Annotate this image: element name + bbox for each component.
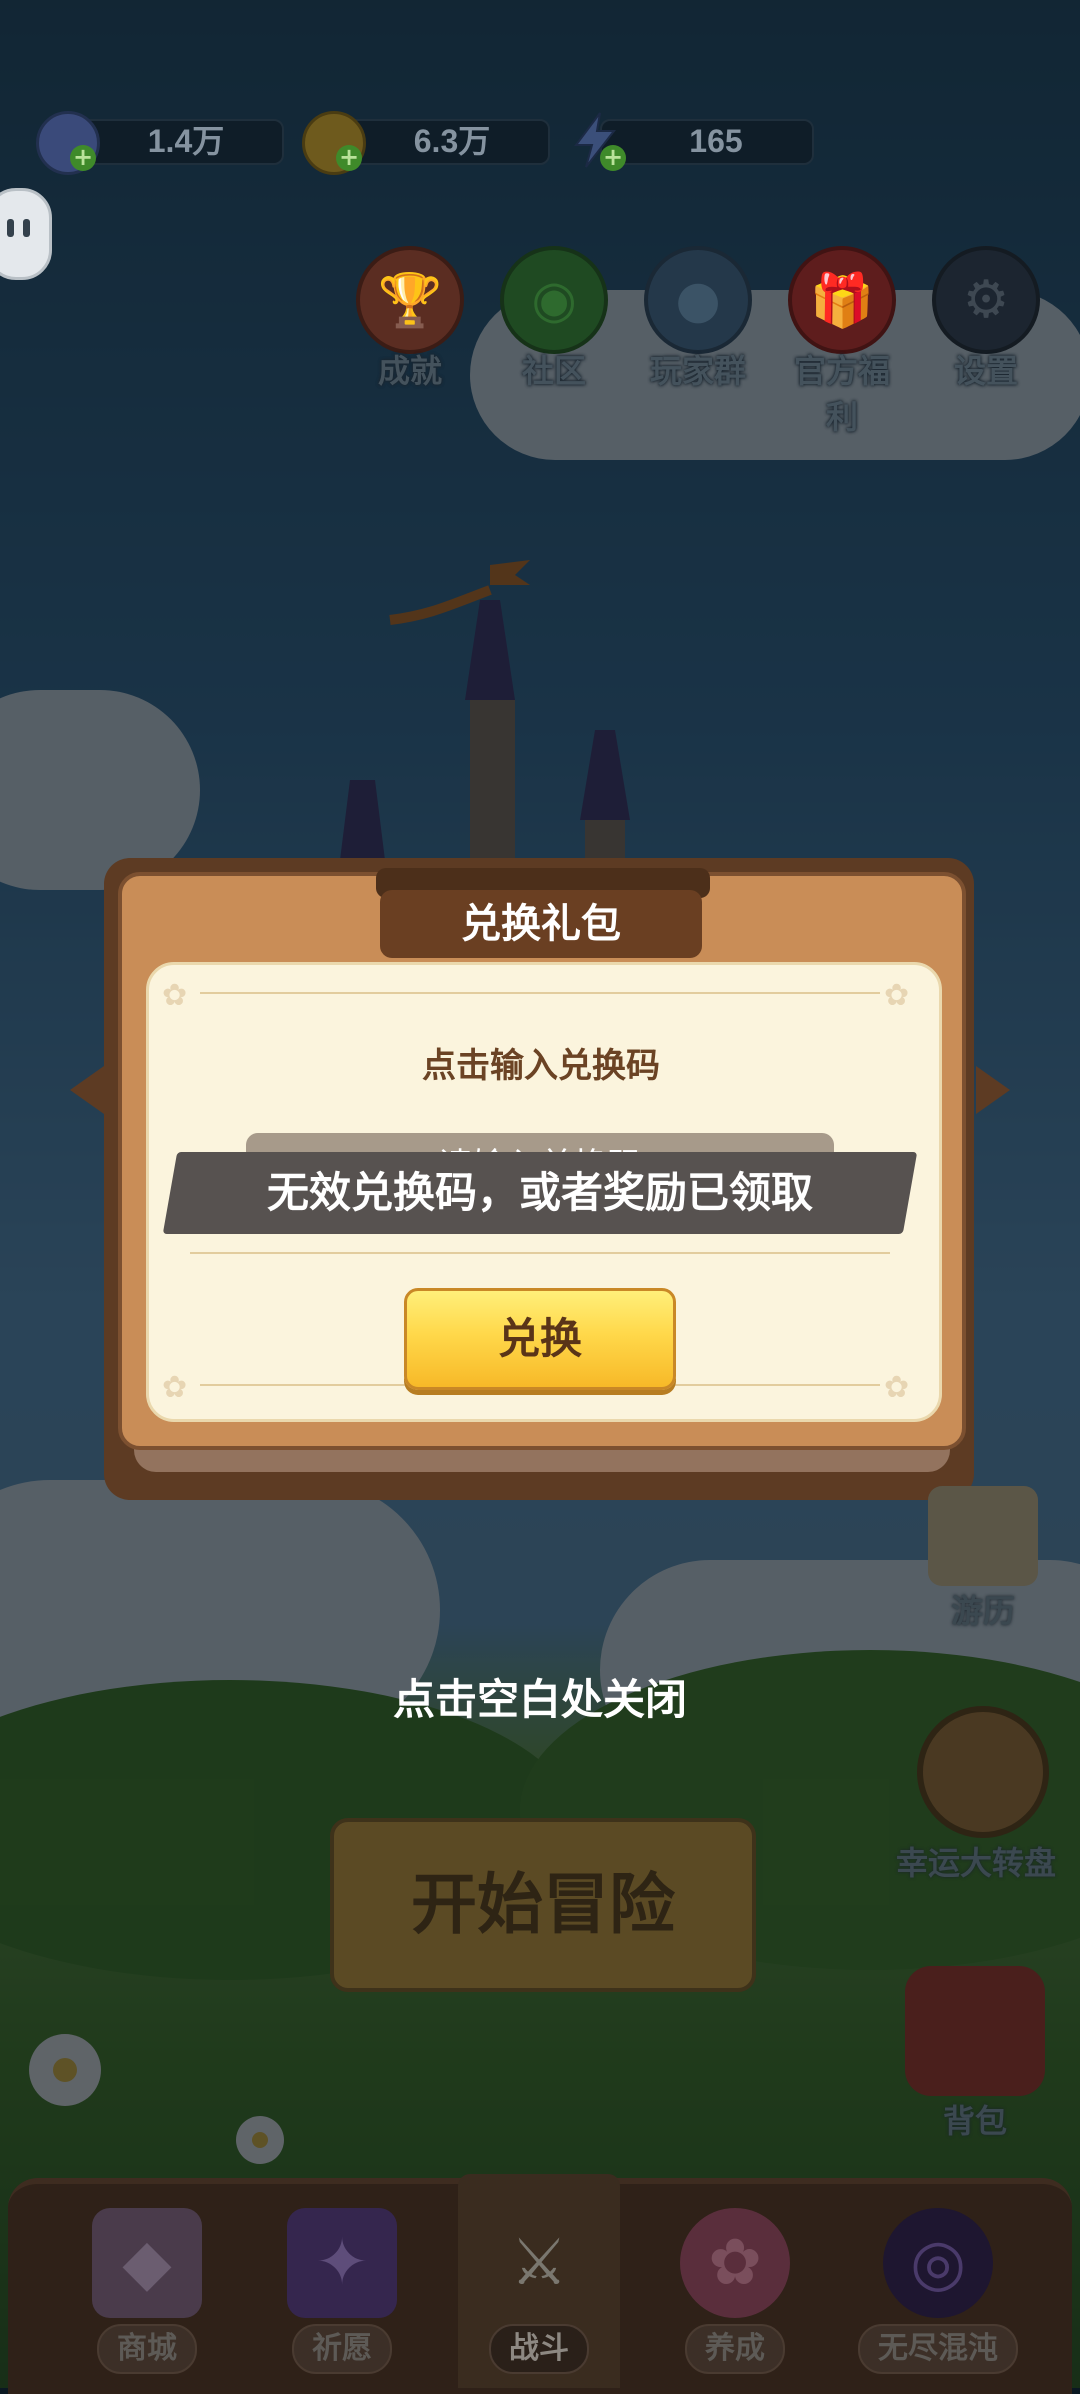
trophy-icon: 🏆 [356, 246, 464, 354]
coin-counter[interactable]: 6.3万 + [302, 111, 552, 175]
clover-ornament-icon: ✿ [884, 1370, 910, 1405]
redeem-button[interactable]: 兑换 [404, 1288, 676, 1390]
map-icon [928, 1486, 1038, 1586]
backpack-icon [905, 1966, 1045, 2096]
divider [200, 992, 880, 994]
backpack-button[interactable]: 背包 [900, 1966, 1050, 2142]
travel-label: 游历 [950, 1592, 1015, 1630]
gift-icon: 🎁 [788, 246, 896, 354]
energy-value: 165 [689, 123, 743, 159]
nav-cultivate[interactable]: ✿ 养成 [660, 2208, 810, 2374]
chat-icon: ◉ [500, 246, 608, 354]
wheel-icon [917, 1706, 1049, 1838]
left-arrow-icon [70, 1066, 104, 1114]
redeem-prompt: 点击输入兑换码 [422, 1046, 660, 1086]
gem-counter[interactable]: 1.4万 + [36, 111, 286, 175]
player-group-label: 玩家群 [649, 352, 746, 390]
settings-button[interactable]: ⚙ 设置 [931, 246, 1041, 392]
travel-button[interactable]: 游历 [908, 1486, 1058, 1632]
add-coins-icon[interactable]: + [336, 145, 362, 171]
achievements-label: 成就 [377, 352, 442, 390]
swords-icon: ⚔ [510, 2226, 568, 2300]
official-benefits-label: 官方福利 [793, 352, 890, 436]
clover-ornament-icon: ✿ [162, 978, 188, 1013]
coin-value: 6.3万 [413, 123, 491, 159]
nav-shop-label: 商城 [97, 2324, 197, 2374]
player-group-button[interactable]: ● 玩家群 [643, 246, 753, 392]
backpack-label: 背包 [942, 2102, 1007, 2140]
clover-ornament-icon: ✿ [884, 978, 910, 1013]
nav-battle-label: 战斗 [489, 2324, 589, 2374]
energy-counter[interactable]: 165 + [566, 112, 816, 171]
dialog-title: 兑换礼包 [380, 890, 702, 958]
clover-ornament-icon: ✿ [162, 1370, 188, 1405]
nav-cultivate-label: 养成 [685, 2324, 785, 2374]
nav-endless-chaos-label: 无尽混沌 [858, 2324, 1018, 2374]
nav-shop[interactable]: ◆ 商城 [72, 2208, 222, 2374]
achievements-button[interactable]: 🏆 成就 [355, 246, 465, 392]
start-adventure-label: 开始冒险 [411, 1866, 675, 1943]
right-arrow-icon [976, 1066, 1010, 1114]
add-energy-icon[interactable]: + [600, 145, 626, 171]
nav-wish[interactable]: ✦ 祈愿 [267, 2208, 417, 2374]
floating-assistant-button[interactable] [0, 188, 52, 280]
community-button[interactable]: ◉ 社区 [499, 246, 609, 392]
shop-icon: ◆ [92, 2208, 202, 2318]
add-gems-icon[interactable]: + [70, 145, 96, 171]
error-toast-text: 无效兑换码，或者奖励已领取 [266, 1168, 813, 1217]
vortex-icon: ◎ [883, 2208, 993, 2318]
official-benefits-button[interactable]: 🎁 官方福利 [787, 246, 897, 438]
paw-icon: ✿ [680, 2208, 790, 2318]
card-icon: ✦ [287, 2208, 397, 2318]
start-adventure-button[interactable]: 开始冒险 [330, 1818, 756, 1992]
divider [190, 1252, 890, 1254]
nav-wish-label: 祈愿 [292, 2324, 392, 2374]
nav-battle[interactable]: ⚔ 战斗 [464, 2208, 614, 2374]
community-label: 社区 [521, 352, 586, 390]
nav-endless-chaos[interactable]: ◎ 无尽混沌 [855, 2208, 1021, 2374]
gear-icon: ⚙ [932, 246, 1040, 354]
penguin-icon: ● [644, 246, 752, 354]
settings-label: 设置 [953, 352, 1018, 390]
lucky-wheel-button[interactable]: 幸运大转盘 [896, 1706, 1068, 1884]
gem-value: 1.4万 [147, 123, 225, 159]
lucky-wheel-label: 幸运大转盘 [895, 1844, 1056, 1882]
